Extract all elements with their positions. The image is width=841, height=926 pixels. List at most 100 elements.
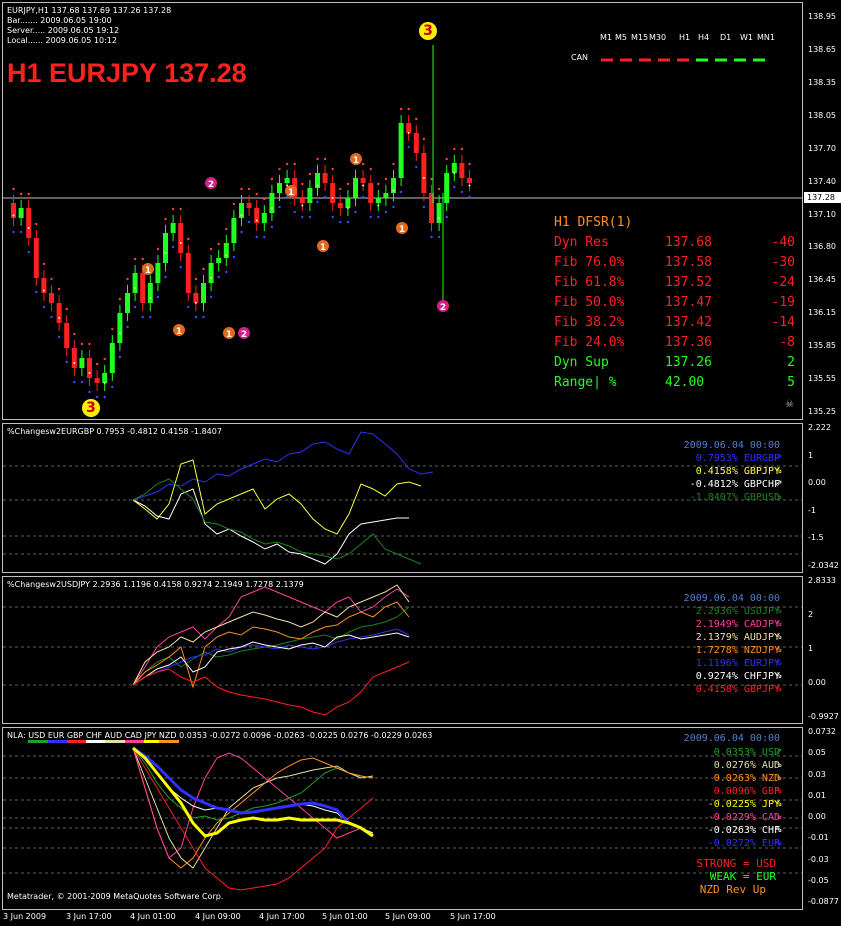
support-dot	[263, 235, 266, 239]
candle-body	[322, 173, 328, 183]
candle-body	[125, 293, 130, 313]
resistance-dot	[392, 162, 395, 166]
legend-entry: 1.7278% NZDJPY	[695, 645, 780, 656]
mid-dot	[422, 177, 425, 179]
axis-tick-label: 136.45	[808, 275, 836, 285]
candle-body	[185, 253, 191, 293]
dfsr-diff: -40	[771, 235, 795, 250]
dfsr-price: 137.68	[665, 235, 712, 250]
resistance-dot	[42, 262, 46, 266]
legend-entry: 0.0263% NZD	[707, 773, 780, 784]
mid-dot	[149, 297, 152, 299]
candle-body	[421, 153, 427, 193]
axis-tick-label: 1	[808, 450, 814, 460]
support-dot	[369, 215, 372, 219]
indicator-pane-usdjpy[interactable]: %Changesw2USDJPY 2.2936 1.1196 0.4158 0.…	[2, 576, 803, 724]
support-dot	[392, 205, 395, 209]
mid-dot	[58, 317, 61, 319]
legend-entry: 0.9274% CHFJPY	[695, 671, 780, 682]
resistance-dot	[232, 202, 236, 206]
mid-dot	[270, 207, 273, 209]
axis-tick-label: 136.80	[808, 242, 836, 252]
mid-dot	[164, 252, 167, 254]
support-dot	[12, 230, 15, 234]
axis-tick-label: -0.9927	[808, 712, 839, 721]
axis-tick-label: 0.03	[808, 769, 826, 779]
resistance-dot	[35, 222, 38, 226]
current-price-box: 137.28	[804, 192, 841, 203]
axis-tick-label: 135.55	[808, 374, 836, 384]
legend-entry: -0.0272% EUR	[707, 838, 780, 849]
mid-dot	[392, 189, 395, 192]
support-dot	[19, 230, 23, 234]
main-chart-pane[interactable]: EURJPY,H1 137.68 137.69 137.26 137.28 Ba…	[2, 2, 803, 420]
time-axis-label: 5 Jun 01:00	[322, 912, 368, 921]
indicator-date: 2009.06.04 00:00	[683, 733, 780, 744]
candle-body	[406, 123, 412, 133]
indicator-pane-eurgbp[interactable]: %Changesw2EURGBP 0.7953 -0.4812 0.4158 -…	[2, 423, 803, 573]
axis-tick-label: 135.25	[808, 407, 836, 416]
resistance-dot	[209, 247, 213, 251]
candle-body	[246, 203, 252, 208]
support-dot	[50, 315, 53, 319]
trend-arrow-icon: ⇘	[775, 645, 783, 655]
mid-dot	[225, 254, 228, 257]
indicator-date: 2009.06.04 00:00	[683, 440, 780, 451]
axis-tick-label: 0.0732	[808, 727, 836, 736]
axis-tick-label: 137.40	[808, 176, 836, 186]
axis-ind3.axis: 0.0732 0.05 0.03 0.01 0.00 -0.01 -0.03 -0.05 -0.…	[804, 727, 841, 907]
candle-body	[155, 263, 161, 283]
time-axis-label: 3 Jun 2009	[3, 912, 47, 921]
resistance-dot	[65, 307, 68, 311]
resistance-dot	[263, 197, 266, 201]
indicator-pane-nla[interactable]: NLA: USD EUR GBP CHF AUD CAD JPY NZD 0.0…	[2, 727, 803, 910]
marker-label: 1	[145, 266, 151, 276]
resistance-dot	[301, 182, 304, 186]
support-dot	[126, 325, 129, 329]
resistance-dot	[95, 362, 99, 366]
resistance-dot	[141, 257, 144, 261]
dfsr-price: 137.52	[665, 275, 712, 290]
dfsr-title: H1 DFSR(1)	[554, 215, 633, 230]
support-dot	[323, 195, 327, 199]
support-dot	[179, 265, 182, 269]
series-cad	[132, 747, 374, 859]
resistance-dot	[164, 217, 167, 221]
legend-entry: -1.8407% GBPUSD	[689, 492, 780, 503]
trend-arrow-icon: ⇗	[775, 453, 783, 463]
support-dot	[95, 395, 99, 399]
candle-body	[64, 323, 70, 348]
candle-body	[201, 283, 206, 303]
support-dot	[35, 290, 38, 294]
candle-body	[368, 183, 374, 203]
resistance-dot	[308, 172, 312, 176]
support-dot	[430, 235, 433, 239]
support-dot	[361, 195, 365, 199]
axis-tick-label: -1.5	[808, 533, 824, 543]
candle-body	[269, 193, 275, 213]
resistance-dot	[293, 162, 296, 166]
support-dot	[65, 360, 68, 364]
resistance-dot	[187, 237, 190, 241]
current-price-label: 137.28	[807, 193, 835, 202]
legend-entry: 0.4158% GBPJPY	[689, 466, 780, 477]
dfsr-diff: 5	[787, 375, 795, 390]
support-dot	[209, 295, 213, 299]
trend-arrow-icon: ⇗	[775, 479, 783, 489]
resistance-dot	[12, 187, 15, 191]
candle-body	[261, 213, 267, 223]
candle-body	[330, 183, 336, 203]
dfsr-label: Dyn Sup	[554, 355, 641, 370]
axis-tick-label: 138.95	[808, 12, 836, 21]
axis-tick-label: -0.05	[808, 875, 829, 885]
candle-body	[345, 198, 351, 208]
candle-body	[49, 293, 54, 303]
support-dot	[187, 305, 190, 309]
resistance-dot	[80, 342, 84, 346]
resistance-dot	[126, 277, 129, 281]
resistance-dot	[179, 207, 182, 211]
resistance-dot	[369, 167, 372, 171]
candle-body	[56, 303, 62, 323]
time-axis-label: 4 Jun 09:00	[195, 912, 241, 921]
candle-body	[284, 178, 290, 183]
